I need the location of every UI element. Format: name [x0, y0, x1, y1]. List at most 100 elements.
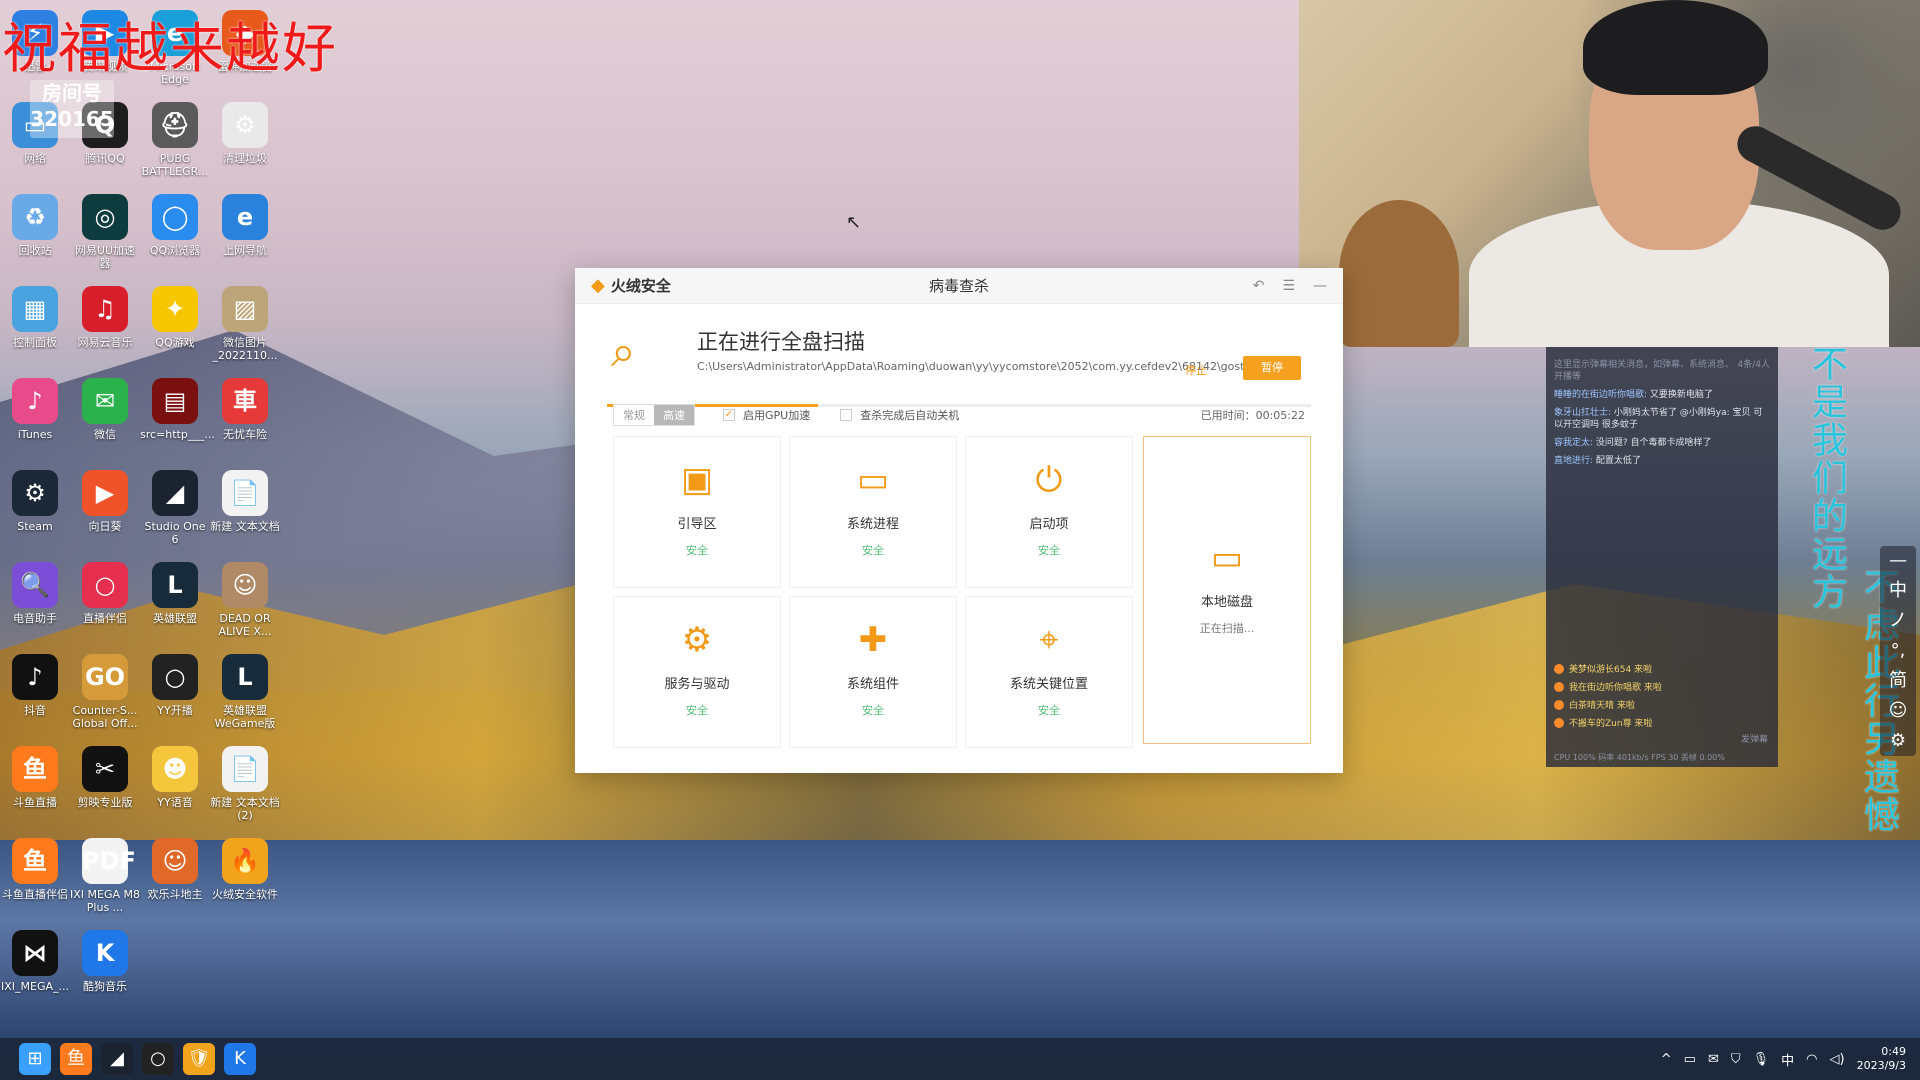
desktop-shortcut[interactable]: ▤ src=http___...: [140, 378, 215, 464]
ime-button[interactable]: 中: [1880, 576, 1916, 606]
desktop-shortcut[interactable]: K 酷狗音乐: [70, 930, 140, 1016]
menu-icon[interactable]: ☰: [1282, 278, 1295, 294]
desktop-shortcut[interactable]: ▶ 向日葵: [70, 470, 140, 556]
ime-button[interactable]: ノ: [1880, 606, 1916, 636]
desktop-shortcut[interactable]: 🔥 火绒安全软件: [210, 838, 280, 924]
desktop-shortcut-label: 新建 文本文档: [210, 520, 280, 533]
desktop-shortcut[interactable]: ⋈ IXI_MEGA_...: [0, 930, 70, 1016]
windows-start-icon[interactable]: ⊞: [19, 1043, 51, 1075]
mode-normal-option[interactable]: 常规: [614, 405, 654, 425]
desktop-shortcut[interactable]: ♪ iTunes: [0, 378, 70, 464]
scan-item-name: 系统组件: [846, 677, 899, 692]
desktop-shortcut[interactable]: L 英雄联盟WeGame版: [210, 654, 280, 740]
join-text: 白茶晴天晴 来啦: [1569, 701, 1635, 711]
join-text: 美梦似游长654 来啦: [1569, 665, 1653, 675]
huorong-icon[interactable]: 🛡: [183, 1043, 215, 1075]
desktop-shortcut-label: QQ游戏: [155, 336, 195, 349]
desktop-shortcut-label: Studio One 6: [144, 520, 206, 546]
gpu-checkbox-box[interactable]: ✓: [723, 409, 735, 421]
desktop-shortcut[interactable]: ✉ 微信: [70, 378, 140, 464]
desktop-shortcut[interactable]: ✂ 剪映专业版: [70, 746, 140, 832]
ime-indicator[interactable]: 中: [1781, 1050, 1794, 1069]
douyu-icon[interactable]: 鱼: [60, 1043, 92, 1075]
mouse-cursor-icon: ↖: [846, 212, 862, 233]
ime-button[interactable]: —: [1880, 546, 1916, 576]
desktop-shortcut[interactable]: ☻ YY语音: [140, 746, 210, 832]
ime-button[interactable]: ☺: [1880, 696, 1916, 726]
ime-button[interactable]: ⚙: [1880, 726, 1916, 756]
desktop-shortcut[interactable]: GO Counter-S... Global Off...: [70, 654, 140, 740]
ixi-icon: ⋈: [12, 930, 58, 976]
ime-button[interactable]: 简: [1880, 666, 1916, 696]
window-controls: ↶ ☰ —: [1253, 278, 1327, 294]
shutdown-checkbox-box[interactable]: [840, 409, 853, 421]
desktop-shortcut[interactable]: ✦ QQ游戏: [140, 286, 210, 372]
desktop-shortcut[interactable]: ◢ Studio One 6: [140, 470, 210, 556]
netease-music-icon: ♫: [82, 286, 128, 332]
steam-icon: ⚙: [12, 470, 58, 516]
chat-header-text: 这里显示弹幕相关消息，如弹幕、系统消息、开播等: [1554, 360, 1735, 382]
desktop-shortcut[interactable]: ▦ 控制面板: [0, 286, 70, 372]
desktop-shortcut[interactable]: ⛑ PUBG BATTLEGR...: [140, 102, 210, 188]
startup-icon: ⏻: [1035, 460, 1063, 500]
gpu-acceleration-checkbox[interactable]: ✓ 启用GPU加速: [723, 407, 810, 423]
chevron-up-icon[interactable]: ^: [1661, 1052, 1672, 1067]
send-danmaku-button[interactable]: 发弹幕: [1741, 732, 1768, 745]
volume-icon[interactable]: ◁): [1830, 1052, 1845, 1067]
desktop-shortcut[interactable]: ◎ 网易UU加速器: [70, 194, 140, 280]
desktop-shortcut[interactable]: 鱼斗鱼直播: [0, 746, 70, 832]
elapsed-time: 已用时间：00:05:22: [1200, 409, 1305, 422]
scan-item-status: 安全: [686, 544, 708, 557]
desktop-shortcut[interactable]: e 上网导航: [210, 194, 280, 280]
desktop-shortcut[interactable]: PDF IXI MEGA M8 Plus ...: [70, 838, 140, 924]
chat-message-list: 睡睡的在街边听你唱歌: 又要换新电脑了 象牙山扛壮士: 小刚妈太节省了 @小刚妈y…: [1554, 389, 1770, 467]
scan-item-name: 系统关键位置: [1009, 677, 1088, 692]
studio-one-icon[interactable]: ◢: [101, 1043, 133, 1075]
ime-button[interactable]: °,: [1880, 636, 1916, 666]
desktop-shortcut[interactable]: 車无忧车险: [210, 378, 280, 464]
douyu-icon: 鱼: [12, 746, 58, 792]
back-icon[interactable]: ↶: [1253, 278, 1265, 294]
minimize-icon[interactable]: —: [1313, 278, 1327, 294]
desktop-shortcut[interactable]: ○ YY开播: [140, 654, 210, 740]
desktop-shortcut[interactable]: ⚙ 清理垃圾: [210, 102, 280, 188]
desktop-shortcut[interactable]: 📄 新建 文本文档 (2): [210, 746, 280, 832]
yy-live-icon[interactable]: ○: [142, 1043, 174, 1075]
desktop-shortcut[interactable]: ⚙ Steam: [0, 470, 70, 556]
desktop-shortcut[interactable]: ○ 直播伴侣: [70, 562, 140, 648]
pause-button[interactable]: 暂停: [1243, 356, 1301, 380]
wechat-tray-icon[interactable]: ✉: [1708, 1052, 1719, 1067]
desktop-shortcut[interactable]: 📄 新建 文本文档: [210, 470, 280, 556]
desktop-shortcut-label: 无忧车险: [223, 428, 267, 441]
scan-mode-toggle: 常规 高速: [613, 404, 695, 426]
desktop-shortcut-label: QQ浏览器: [149, 244, 201, 257]
wifi-icon[interactable]: ◠: [1806, 1052, 1817, 1067]
desktop-shortcut[interactable]: ♫ 网易云音乐: [70, 286, 140, 372]
folder-icon[interactable]: ▭: [1684, 1052, 1696, 1067]
desktop-shortcut[interactable]: ♪ 抖音: [0, 654, 70, 740]
taskbar: ⊞ 鱼 ◢ ○ 🛡 K ^ ▭ ✉ ⛉ 🎙 中 ◠ ◁) 0:49 2023/9/3: [0, 1038, 1920, 1080]
chat-text: 又要换新电脑了: [1649, 390, 1713, 400]
scan-item-status: 安全: [862, 544, 884, 557]
desktop-shortcut-label: 腾讯QQ: [85, 152, 125, 165]
desktop-shortcut[interactable]: ♻ 回收站: [0, 194, 70, 280]
desktop-shortcut-label: YY语音: [157, 796, 193, 809]
auto-shutdown-checkbox[interactable]: 查杀完成后自动关机: [840, 407, 959, 423]
desktop-shortcut[interactable]: 鱼斗鱼直播伴侣: [0, 838, 70, 924]
desktop-shortcut[interactable]: ▨ 微信图片_2022110...: [210, 286, 280, 372]
desktop-shortcut-label: 电音助手: [13, 612, 57, 625]
desktop-shortcut[interactable]: 🔍 电音助手: [0, 562, 70, 648]
clock[interactable]: 0:49 2023/9/3: [1857, 1045, 1906, 1073]
microphone-icon[interactable]: 🎙: [1753, 1052, 1770, 1067]
desktop-shortcut[interactable]: ☺ 欢乐斗地主: [140, 838, 210, 924]
mode-fast-option[interactable]: 高速: [654, 405, 694, 425]
kugou-icon[interactable]: K: [224, 1043, 256, 1075]
shield-tray-icon[interactable]: ⛉: [1731, 1052, 1741, 1067]
scan-header: ⌕ 正在进行全盘扫描 C:\Users\Administrator\AppDat…: [575, 304, 1343, 407]
scan-item-name: 引导区: [677, 517, 717, 532]
desktop-shortcut[interactable]: ◯ QQ浏览器: [140, 194, 210, 280]
desktop-shortcut[interactable]: L 英雄联盟: [140, 562, 210, 648]
huorong-logo-icon: ◆: [591, 275, 605, 296]
desktop-shortcut[interactable]: ☺ DEAD OR ALIVE X...: [210, 562, 280, 648]
stop-button[interactable]: 停止: [1185, 362, 1207, 378]
